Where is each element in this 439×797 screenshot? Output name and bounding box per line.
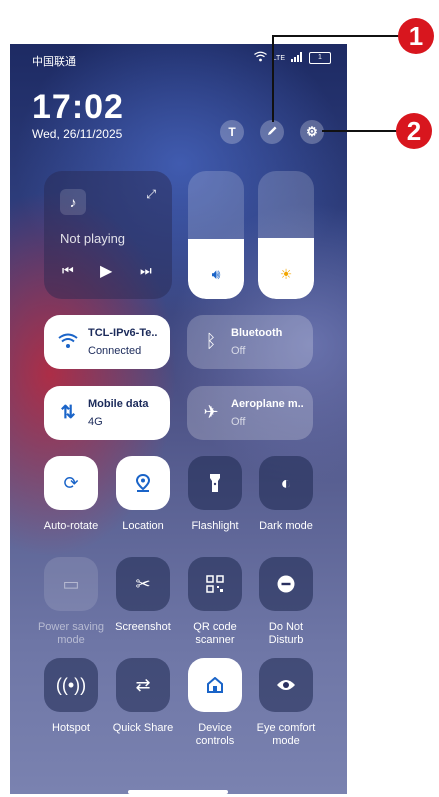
home-icon	[188, 658, 242, 712]
auto-rotate-icon: ⟳	[44, 456, 98, 510]
tile-label: Power saving mode	[37, 621, 105, 646]
sun-icon: ☀	[279, 266, 293, 282]
wifi-status-icon	[253, 51, 267, 65]
mobile-data-icon: ⇅	[60, 401, 76, 422]
play-icon[interactable]: ▶	[100, 261, 112, 281]
carrier-label: 中国联通	[32, 56, 76, 68]
tile-label: Quick Share	[112, 722, 174, 734]
volume-icon: 🔊︎	[211, 266, 221, 282]
mobile-data-tile[interactable]: ⇅ Mobile data 4G	[44, 386, 170, 440]
text-size-button[interactable]: T	[220, 120, 244, 144]
hotspot-icon: ((•))	[44, 658, 98, 712]
tile-label: QR code scanner	[193, 621, 237, 646]
qr-code-tile[interactable]: QR code scanner	[179, 557, 251, 647]
quick-share-tile[interactable]: ⇄ Quick Share	[107, 658, 179, 735]
quick-settings-panel: 中国联通 LTE 1 17:02 Wed, 26/11/2025 T ⚙ ♪ ⤢…	[10, 44, 347, 794]
volume-slider[interactable]: 🔊︎	[188, 171, 244, 299]
do-not-disturb-tile[interactable]: Do Not Disturb	[250, 557, 322, 647]
media-player: ♪ ⤢ Not playing ⏮ ▶ ⏭	[44, 171, 172, 299]
gear-icon: ⚙	[306, 124, 318, 139]
tile-label: Dark mode	[259, 520, 313, 532]
hotspot-tile[interactable]: ((•)) Hotspot	[35, 658, 107, 735]
wifi-status: Connected	[88, 345, 142, 357]
callout-line-1	[272, 36, 274, 122]
wifi-name: TCL-IPv6-Te..	[88, 327, 158, 339]
tile-label: Do Not Disturb	[268, 621, 304, 646]
quick-share-icon: ⇄	[116, 658, 170, 712]
mobile-data-name: Mobile data	[88, 398, 149, 410]
callout-1: 1	[398, 18, 434, 54]
dark-mode-tile[interactable]: ◐ Dark mode	[250, 456, 322, 533]
network-type-label: LTE	[272, 54, 285, 62]
date-label: Wed, 26/11/2025	[32, 127, 123, 141]
clock: 17:02	[32, 88, 124, 126]
callout-line-2	[322, 130, 398, 132]
screenshot-icon: ✂	[116, 557, 170, 611]
power-saving-tile[interactable]: ▭ Power saving mode	[35, 557, 107, 647]
callout-2: 2	[396, 113, 432, 149]
battery-saver-icon: ▭	[44, 557, 98, 611]
dark-mode-icon: ◐	[259, 456, 313, 510]
tile-label: Location	[122, 520, 164, 532]
home-indicator[interactable]	[128, 790, 228, 794]
next-track-icon[interactable]: ⏭	[140, 263, 152, 279]
tile-label: Screenshot	[115, 621, 171, 633]
qr-code-icon	[188, 557, 242, 611]
do-not-disturb-icon	[259, 557, 313, 611]
aeroplane-name: Aeroplane m..	[231, 398, 304, 410]
status-bar: 中国联通 LTE 1	[10, 44, 347, 72]
bluetooth-status: Off	[231, 345, 246, 357]
location-tile[interactable]: Location	[107, 456, 179, 533]
tile-label: Flashlight	[191, 520, 239, 532]
auto-rotate-tile[interactable]: ⟳ Auto-rotate	[35, 456, 107, 533]
tile-label: Hotspot	[52, 722, 90, 734]
eye-comfort-tile[interactable]: Eye comfort mode	[250, 658, 322, 748]
wifi-icon	[56, 329, 80, 353]
mobile-data-status: 4G	[88, 416, 103, 428]
tile-label: Device controls	[195, 722, 235, 747]
settings-button[interactable]: ⚙	[300, 120, 324, 144]
battery-icon: 1	[309, 52, 331, 64]
eye-icon	[259, 658, 313, 712]
wifi-tile[interactable]: TCL-IPv6-Te.. Connected	[44, 315, 170, 369]
bluetooth-tile[interactable]: ᛒ Bluetooth Off	[187, 315, 313, 369]
screenshot-tile[interactable]: ✂ Screenshot	[107, 557, 179, 634]
location-icon	[116, 456, 170, 510]
brightness-slider[interactable]: ☀	[258, 171, 314, 299]
edit-button[interactable]	[260, 120, 284, 144]
music-note-icon: ♪	[60, 189, 86, 215]
aeroplane-icon: ✈	[203, 401, 219, 422]
expand-icon[interactable]: ⤢	[146, 187, 156, 202]
media-status: Not playing	[60, 231, 126, 246]
previous-track-icon[interactable]: ⏮	[62, 263, 74, 279]
aeroplane-mode-tile[interactable]: ✈ Aeroplane m.. Off	[187, 386, 313, 440]
flashlight-tile[interactable]: Flashlight	[179, 456, 251, 533]
pencil-icon	[267, 125, 278, 139]
flashlight-icon	[188, 456, 242, 510]
callout-line-1h	[272, 35, 400, 37]
device-controls-tile[interactable]: Device controls	[179, 658, 251, 748]
bluetooth-icon: ᛒ	[205, 330, 217, 351]
aeroplane-status: Off	[231, 416, 246, 428]
tile-label: Eye comfort mode	[256, 722, 316, 747]
signal-icon	[291, 51, 303, 65]
tile-label: Auto-rotate	[43, 520, 99, 532]
bluetooth-name: Bluetooth	[231, 327, 283, 339]
